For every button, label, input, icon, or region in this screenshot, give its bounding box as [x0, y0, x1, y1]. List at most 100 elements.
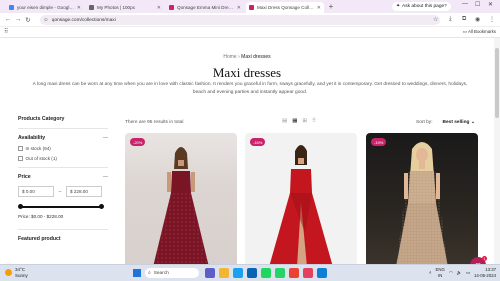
extensions-icon[interactable]: ⧉ [462, 16, 466, 23]
list-view-icon[interactable]: ▤ [282, 118, 287, 124]
clock-date: 14-05-2024 [474, 272, 496, 278]
search-icon: ⌕ [148, 271, 151, 276]
close-tab-icon[interactable]: ✕ [237, 5, 241, 11]
product-card[interactable]: -19% [366, 133, 478, 264]
chevron-up-icon[interactable]: ˄ [429, 270, 432, 275]
checkbox[interactable] [18, 146, 23, 151]
grid-view-switcher: ▤ ▦ ⊞ ⠿ [282, 118, 316, 124]
option-label: In stock (94) [25, 146, 51, 151]
grid-5-view-icon[interactable]: ⠿ [312, 118, 316, 124]
ask-page-label: Ask about this page? [402, 4, 447, 9]
page-scrollbar[interactable] [494, 38, 500, 264]
folder-icon: ▭ [462, 29, 467, 34]
collapse-icon: — [102, 174, 108, 180]
notification-dot: 1 [482, 256, 487, 261]
back-icon[interactable]: ← [3, 16, 13, 23]
availability-label: Availability [18, 135, 46, 141]
browser-tab[interactable]: My Photos | 100px ✕ [86, 2, 164, 13]
edge-icon[interactable] [233, 268, 243, 278]
availability-toggle[interactable]: Availability — [18, 135, 108, 141]
availability-filter: Availability — In stock (94) Out of stoc… [18, 128, 108, 161]
weather-widget[interactable]: 34°C Sunny [5, 267, 28, 278]
slider-max-handle[interactable] [99, 204, 104, 209]
product-image[interactable] [125, 133, 237, 264]
bookmarks-bar: ⠿ ▭ All Bookmarks [0, 27, 500, 38]
chrome-icon[interactable] [289, 268, 299, 278]
maximize-icon[interactable]: ☐ [475, 1, 480, 8]
task-view-icon[interactable] [205, 268, 215, 278]
outlook-icon[interactable] [317, 268, 327, 278]
battery-icon[interactable]: ▭ [466, 270, 470, 276]
close-tab-icon[interactable]: ✕ [157, 5, 161, 11]
windows-start-icon[interactable] [133, 269, 141, 277]
out-of-stock-option[interactable]: Out of stock (1) [18, 156, 108, 161]
page-title: Maxi dresses [212, 65, 282, 80]
qonsage-favicon-icon [249, 5, 254, 10]
price-max-field[interactable]: $ 228.00 [66, 186, 102, 197]
language-code: ENG [435, 267, 445, 272]
close-window-icon[interactable]: ✕ [488, 1, 493, 8]
price-range-summary: Price: $0.00 - $228.00 [18, 214, 64, 219]
checkbox[interactable] [18, 156, 23, 161]
grid-4-view-icon[interactable]: ⊞ [302, 118, 307, 124]
featured-toggle[interactable]: Featured product [18, 236, 108, 242]
system-tray: ˄ ENG IN ◠ 🔈 ▭ 13:37 14-05-2024 [429, 267, 496, 278]
close-tab-icon[interactable]: ✕ [317, 5, 321, 11]
wifi-icon[interactable]: ◠ [449, 270, 453, 276]
discount-badge: -16% [250, 138, 266, 146]
product-image[interactable] [366, 133, 478, 264]
forward-icon[interactable]: → [13, 16, 23, 23]
sort-value: Best selling [442, 120, 470, 125]
profile-icon[interactable]: ◉ [475, 16, 480, 23]
bookmark-star-icon[interactable]: ☆ [433, 16, 438, 23]
sort-select[interactable]: Best selling ⌄ [443, 120, 475, 125]
file-explorer-icon[interactable] [219, 268, 229, 278]
price-range-slider[interactable] [18, 204, 104, 210]
spotify-icon[interactable] [261, 268, 271, 278]
product-image[interactable] [245, 133, 357, 264]
minimize-icon[interactable]: — [462, 1, 468, 7]
site-info-icon[interactable]: ⊙ [44, 17, 48, 23]
sort-control: Sort by: Best selling ⌄ [416, 120, 475, 125]
whatsapp-icon[interactable] [275, 268, 285, 278]
store-icon[interactable] [247, 268, 257, 278]
tab-title: Qonsage Emma Mini Dress Ar... [177, 5, 235, 10]
grid-3-view-icon[interactable]: ▦ [292, 118, 297, 124]
close-tab-icon[interactable]: ✕ [77, 5, 81, 11]
all-bookmarks-button[interactable]: ▭ All Bookmarks [463, 29, 496, 35]
browser-tab[interactable]: your eisen dimple - Google S... ✕ [6, 2, 84, 13]
option-label: Out of stock (1) [25, 156, 57, 161]
new-tab-icon[interactable]: + [326, 2, 336, 11]
qonsage-favicon-icon [169, 5, 174, 10]
reload-icon[interactable]: ↻ [23, 16, 33, 24]
collection-description: A long maxi dress can be worn at any tim… [32, 82, 468, 95]
clock[interactable]: 13:37 14-05-2024 [474, 267, 496, 278]
products-category-heading: Products Category [18, 116, 65, 122]
volume-icon[interactable]: 🔈 [457, 270, 462, 276]
browser-tab[interactable]: Qonsage Emma Mini Dress Ar... ✕ [166, 2, 244, 13]
chat-widget-button[interactable]: ✉ 1 [470, 256, 487, 264]
instagram-icon[interactable] [303, 268, 313, 278]
tab-title: My Photos | 100px [97, 5, 135, 10]
price-toggle[interactable]: Price — [18, 174, 108, 180]
menu-icon[interactable]: ⋮ [489, 16, 495, 23]
language-indicator[interactable]: ENG IN [436, 267, 445, 278]
product-card[interactable]: -20% [125, 133, 237, 264]
in-stock-option[interactable]: In stock (94) [18, 146, 108, 151]
search-label: Search [153, 270, 169, 276]
download-icon[interactable]: ⤓ [449, 16, 452, 23]
scrollbar-thumb[interactable] [495, 48, 499, 118]
url-text: qonsage.com/collections/maxi [51, 17, 116, 23]
product-card[interactable]: -16% [245, 133, 357, 264]
price-min-field[interactable]: $ 0.00 [18, 186, 54, 197]
taskbar-search[interactable]: ⌕ Search [145, 268, 199, 278]
breadcrumb-home-link[interactable]: Home [223, 54, 236, 60]
browser-tab-active[interactable]: Maxi Dress Qonsage Collection ✕ [246, 2, 324, 13]
sparkle-icon: ✦ [396, 4, 401, 9]
url-field[interactable]: ⊙ qonsage.com/collections/maxi [40, 15, 440, 25]
apps-grid-icon[interactable]: ⠿ [4, 28, 8, 35]
ask-page-button[interactable]: ✦ Ask about this page? [392, 2, 451, 11]
results-count: There are 95 results in total [125, 120, 184, 125]
sort-label: Sort by: [416, 120, 433, 125]
slider-min-handle[interactable] [18, 204, 23, 209]
